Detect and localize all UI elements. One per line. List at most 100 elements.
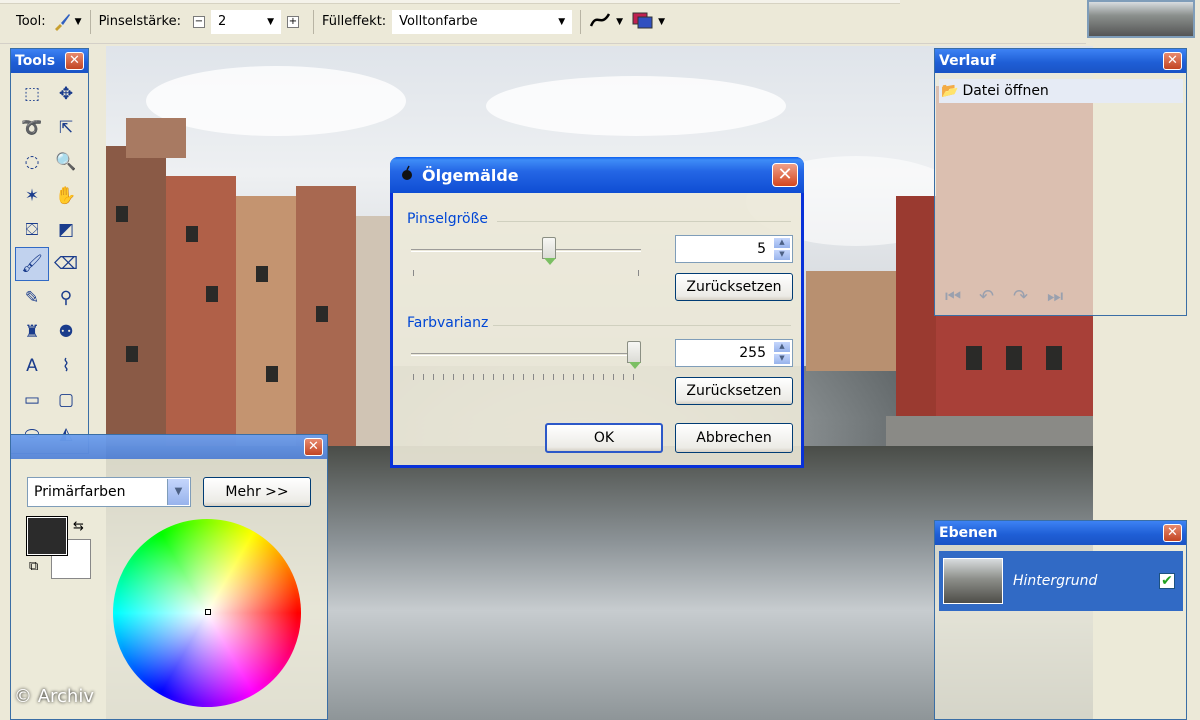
dialog-title-bar[interactable]: Ölgemälde ✕ — [390, 157, 804, 193]
layer-visibility-checkbox[interactable]: ✔ — [1159, 573, 1175, 589]
rounded-rectangle-icon[interactable]: ▢ — [49, 383, 83, 417]
window — [966, 346, 982, 370]
paintbrush-icon[interactable] — [52, 12, 72, 32]
oil-painting-dialog: Ölgemälde ✕ Pinselgröße 5 ▲ ▼ Zurücksetze… — [390, 157, 804, 468]
zoom-icon[interactable]: 🔍 — [49, 145, 83, 179]
brush-size-label: Pinselstärke: — [98, 14, 181, 29]
gradient-icon[interactable]: ◩ — [49, 213, 83, 247]
color-wheel[interactable] — [113, 519, 301, 707]
antialias-icon[interactable] — [589, 10, 613, 34]
window — [126, 346, 138, 362]
color-variance-spinner[interactable]: 255 ▲ ▼ — [675, 339, 793, 367]
blend-mode-icon[interactable] — [631, 10, 655, 34]
primary-color-swatch[interactable] — [26, 516, 68, 556]
color-wheel-cursor[interactable] — [205, 609, 211, 615]
building — [166, 176, 236, 476]
history-item[interactable]: 📂 Datei öffnen — [939, 79, 1183, 103]
increase-size-button[interactable]: + — [286, 15, 299, 28]
close-icon[interactable]: ✕ — [1163, 524, 1182, 542]
lasso-select-icon[interactable]: ➰ — [15, 111, 49, 145]
tool-dropdown-icon[interactable]: ▼ — [75, 17, 82, 27]
color-variance-reset-button[interactable]: Zurücksetzen — [675, 377, 793, 405]
fill-combo[interactable]: Volltonfarbe ▼ — [392, 9, 573, 34]
cancel-button[interactable]: Abbrechen — [675, 423, 793, 453]
pencil-icon[interactable]: ✎ — [15, 281, 49, 315]
arrow-up-icon[interactable]: ▲ — [773, 237, 791, 249]
ellipse-select-icon[interactable]: ◌ — [15, 145, 49, 179]
brush-size-combo[interactable]: 2 ▼ — [210, 9, 281, 34]
brush-size-slider-thumb[interactable] — [542, 237, 556, 265]
colors-panel-title[interactable]: ✕ — [11, 435, 327, 459]
palette-select[interactable]: Primärfarben ▼ — [27, 477, 191, 507]
rectangle-icon[interactable]: ▭ — [15, 383, 49, 417]
close-icon[interactable]: ✕ — [65, 52, 84, 70]
brush-size-input[interactable]: 5 — [757, 241, 766, 257]
window — [1006, 346, 1022, 370]
close-icon[interactable]: ✕ — [1163, 52, 1182, 70]
window — [266, 366, 278, 382]
arrow-down-icon[interactable]: ▼ — [773, 353, 791, 365]
swap-colors-icon[interactable]: ⇆ — [73, 519, 84, 534]
more-button[interactable]: Mehr >> — [203, 477, 311, 507]
brush-size-group-label: Pinselgröße — [407, 211, 489, 227]
move-selection-icon[interactable]: ✥ — [49, 77, 83, 111]
chevron-down-icon: ▼ — [267, 16, 274, 27]
chevron-down-icon[interactable]: ▼ — [167, 479, 189, 505]
arrow-up-icon[interactable]: ▲ — [773, 341, 791, 353]
color-variance-spin-buttons[interactable]: ▲ ▼ — [773, 341, 791, 365]
decrease-size-button[interactable]: − — [192, 15, 205, 28]
chevron-down-icon: ▼ — [558, 16, 566, 27]
brush-size-spin-buttons[interactable]: ▲ ▼ — [773, 237, 791, 261]
eraser-icon[interactable]: ⌫ — [49, 247, 83, 281]
brush-size-slider[interactable] — [411, 249, 641, 252]
antialias-dropdown-icon[interactable]: ▼ — [616, 17, 623, 27]
tools-panel-title[interactable]: Tools ✕ — [11, 49, 88, 73]
pan-icon[interactable]: ✋ — [49, 179, 83, 213]
history-panel-title[interactable]: Verlauf ✕ — [935, 49, 1186, 73]
rectangle-select-icon[interactable]: ⬚ — [15, 77, 49, 111]
close-icon[interactable]: ✕ — [772, 163, 798, 187]
reset-colors-icon[interactable]: ⧉ — [29, 559, 38, 574]
last-step-icon[interactable]: ⏭ — [1047, 286, 1063, 307]
tools-title: Tools — [15, 53, 56, 69]
color-variance-input[interactable]: 255 — [739, 345, 766, 361]
magic-wand-icon[interactable]: ✶ — [15, 179, 49, 213]
move-selected-icon[interactable]: ⇱ — [49, 111, 83, 145]
color-picker-icon[interactable]: ⚲ — [49, 281, 83, 315]
color-variance-slider[interactable] — [411, 353, 641, 356]
close-icon[interactable]: ✕ — [304, 438, 323, 456]
brush-size-value: 2 — [217, 14, 227, 29]
color-variance-slider-thumb[interactable] — [627, 341, 641, 369]
redo-icon[interactable]: ↷ — [1013, 286, 1028, 307]
blend-mode-dropdown-icon[interactable]: ▼ — [658, 17, 665, 27]
clone-stamp-icon[interactable]: ♜ — [15, 315, 49, 349]
brush-size-reset-button[interactable]: Zurücksetzen — [675, 273, 793, 301]
undo-icon[interactable]: ↶ — [979, 286, 994, 307]
first-step-icon[interactable]: ⏮ — [945, 286, 961, 307]
tool-label: Tool: — [16, 14, 46, 29]
cloud — [486, 76, 786, 136]
fill-label: Fülleffekt: — [321, 14, 387, 29]
paint-bucket-icon[interactable]: ⛋ — [15, 213, 49, 247]
ok-button[interactable]: OK — [545, 423, 663, 453]
fill-value: Volltonfarbe — [399, 14, 478, 29]
toolbar-strip — [0, 0, 900, 4]
image-thumbnail[interactable] — [1087, 0, 1195, 38]
layers-panel-title[interactable]: Ebenen ✕ — [935, 521, 1186, 545]
layer-name: Hintergrund — [1013, 573, 1098, 589]
window — [186, 226, 198, 242]
line-curve-icon[interactable]: ⌇ — [49, 349, 83, 383]
top-toolbar: Tool: ▼ Pinselstärke: − 2 ▼ + Fülleffekt… — [0, 0, 1086, 44]
recolor-icon[interactable]: ⚉ — [49, 315, 83, 349]
color-variance-ticks — [413, 374, 639, 380]
brush-size-spinner[interactable]: 5 ▲ ▼ — [675, 235, 793, 263]
paintbrush-icon[interactable]: 🖌 — [15, 247, 49, 281]
text-icon[interactable]: A — [15, 349, 49, 383]
color-variance-group-label: Farbvarianz — [407, 315, 489, 331]
arrow-down-icon[interactable]: ▼ — [773, 249, 791, 261]
separator — [89, 9, 91, 34]
colors-panel: ✕ Primärfarben ▼ Mehr >> ⇆ ⧉ — [10, 434, 328, 720]
window — [116, 206, 128, 222]
layer-row[interactable]: Hintergrund ✔ — [939, 551, 1183, 611]
copyright-watermark: © Archiv — [14, 686, 94, 707]
